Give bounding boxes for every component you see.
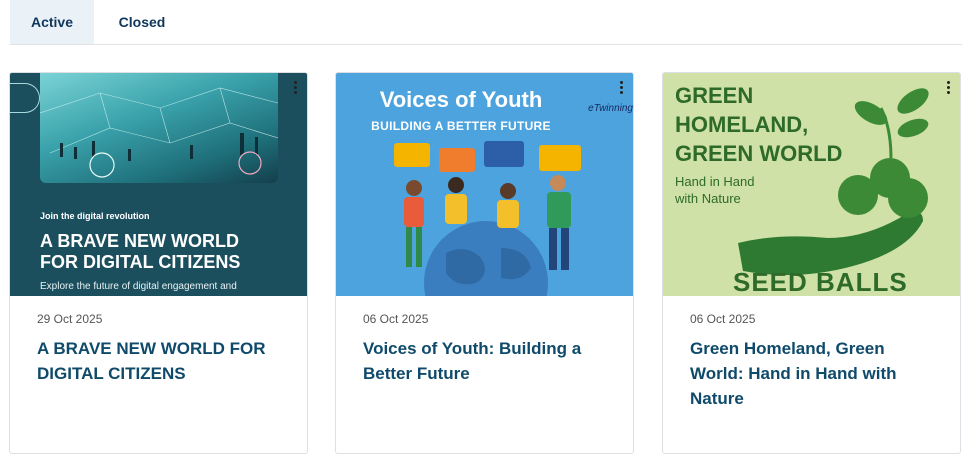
- card-image[interactable]: GREEN HOMELAND, GREEN WORLD Hand in Hand wi…: [663, 73, 960, 296]
- status-tabs: Active Closed: [10, 0, 962, 45]
- project-card[interactable]: Join the digital revolution A BRAVE NEW …: [9, 72, 308, 454]
- project-card[interactable]: Voices of Youth BUILDING A BETTER FUTURE…: [335, 72, 634, 454]
- image-kicker: Join the digital revolution: [40, 211, 150, 221]
- card-title[interactable]: Voices of Youth: Building a Better Futur…: [363, 336, 611, 386]
- tab-closed[interactable]: Closed: [94, 0, 190, 44]
- more-options-icon[interactable]: [288, 77, 302, 97]
- project-card[interactable]: GREEN HOMELAND, GREEN WORLD Hand in Hand wi…: [662, 72, 961, 454]
- tab-active[interactable]: Active: [10, 0, 94, 44]
- card-date: 29 Oct 2025: [37, 312, 103, 326]
- hand-seed-balls-illustration: [738, 88, 929, 275]
- more-options-icon[interactable]: [614, 77, 628, 97]
- more-options-icon[interactable]: [941, 77, 955, 97]
- decor-ring: [10, 83, 40, 113]
- youth-globe-illustration: [394, 141, 581, 296]
- digital-crowd-illustration: [39, 73, 279, 183]
- network-graphic: [39, 87, 279, 178]
- card-date: 06 Oct 2025: [690, 312, 756, 326]
- card-title[interactable]: Green Homeland, Green World: Hand in Han…: [690, 336, 938, 411]
- card-image[interactable]: Voices of Youth BUILDING A BETTER FUTURE…: [336, 73, 633, 296]
- card-image[interactable]: Join the digital revolution A BRAVE NEW …: [10, 73, 307, 296]
- card-title[interactable]: A BRAVE NEW WORLD FOR DIGITAL CITIZENS: [37, 336, 285, 386]
- image-footer-text: SEED BALLS: [733, 267, 908, 296]
- card-date: 06 Oct 2025: [363, 312, 429, 326]
- image-headline: A BRAVE NEW WORLD FOR DIGITAL CITIZENS: [40, 231, 241, 272]
- image-subtext: Explore the future of digital engagement…: [40, 281, 237, 292]
